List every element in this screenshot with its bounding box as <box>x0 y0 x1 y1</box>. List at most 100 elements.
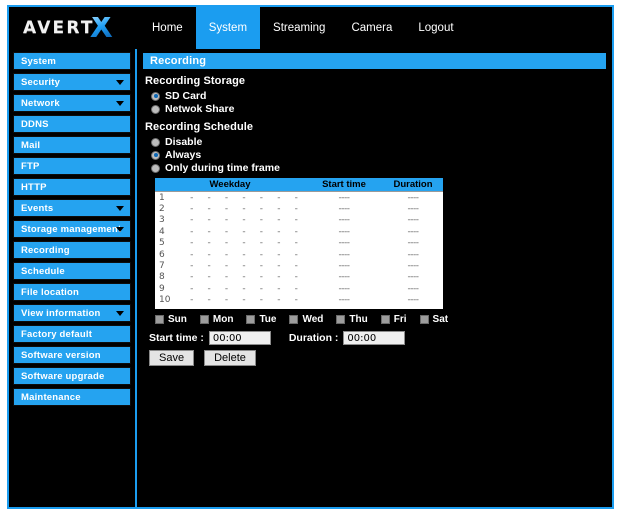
checkbox-icon[interactable] <box>289 315 299 324</box>
start-time-input[interactable] <box>208 331 271 345</box>
checkbox-icon[interactable] <box>246 315 256 324</box>
table-row[interactable]: 10- - - - - - - ---- ---- <box>155 295 443 306</box>
save-button[interactable]: Save <box>149 350 195 366</box>
sidebar-item-label: Recording <box>21 244 70 256</box>
table-row[interactable]: 9- - - - - - - ---- ---- <box>155 283 443 294</box>
sidebar-item-ddns[interactable]: DDNS <box>13 115 131 133</box>
radio-disable-icon[interactable] <box>151 137 160 147</box>
weekday-cell: - <box>259 226 264 237</box>
table-row[interactable]: 4- - - - - - - ---- ---- <box>155 226 443 237</box>
storage-option-network-share[interactable]: Netwok Share <box>151 103 606 115</box>
weekday-checkbox-wed[interactable]: Wed <box>289 314 323 325</box>
checkbox-icon[interactable] <box>380 315 390 324</box>
table-row[interactable]: 3- - - - - - - ---- ---- <box>155 215 443 226</box>
sidebar-item-maintenance[interactable]: Maintenance <box>13 388 131 406</box>
schedule-option-always[interactable]: Always <box>151 149 606 161</box>
weekday-checkbox-fri[interactable]: Fri <box>380 314 407 325</box>
weekday-cell: - <box>242 215 246 226</box>
sidebar-item-label: HTTP <box>21 181 47 193</box>
weekday-cell: - <box>294 238 298 249</box>
sidebar-item-view-information[interactable]: View information <box>13 304 131 322</box>
action-buttons: Save Delete <box>149 350 606 366</box>
table-row[interactable]: 5- - - - - - - ---- ---- <box>155 238 443 249</box>
radio-always-icon[interactable] <box>151 150 160 160</box>
row-duration: ---- <box>407 204 420 215</box>
weekday-cell: - <box>277 283 281 294</box>
row-start-time: ---- <box>338 272 351 283</box>
sidebar-item-label: Factory default <box>21 328 93 340</box>
row-start-time: ---- <box>338 226 351 237</box>
sidebar-item-network[interactable]: Network <box>13 94 131 112</box>
sidebar-item-system[interactable]: System <box>13 52 131 70</box>
radio-network-share-icon[interactable] <box>151 104 160 114</box>
checkbox-icon[interactable] <box>419 315 429 324</box>
sidebar-item-ftp[interactable]: FTP <box>13 157 131 175</box>
row-weekday-cells: ------- <box>183 215 305 225</box>
nav-item-camera[interactable]: Camera <box>338 7 405 49</box>
weekday-cell: - <box>294 249 298 260</box>
table-row[interactable]: 6- - - - - - - ---- ---- <box>155 249 443 260</box>
weekday-cell: - <box>207 238 211 249</box>
schedule-table-body[interactable]: 1- - - - - - - ---- ---- 2- - - - - - - ---- ---- 3- - - - - - -… <box>155 191 443 309</box>
weekday-cell: - <box>207 283 211 294</box>
checkbox-icon[interactable] <box>155 315 164 324</box>
row-weekday-cells: ------- <box>183 284 305 294</box>
sidebar-item-file-location[interactable]: File location <box>13 283 131 301</box>
weekday-cell: - <box>207 215 211 226</box>
nav-item-system[interactable]: System <box>195 7 261 49</box>
weekday-cell: - <box>242 283 246 294</box>
row-index: 8 <box>159 272 165 283</box>
row-index: 4 <box>159 226 165 237</box>
radio-sd-card-icon[interactable] <box>151 91 160 101</box>
weekday-cell: - <box>294 226 298 237</box>
row-index: 1 <box>159 192 165 203</box>
checkbox-icon[interactable] <box>336 315 346 324</box>
weekday-cell: - <box>277 192 281 203</box>
schedule-option-time-frame[interactable]: Only during time frame <box>151 162 606 174</box>
weekday-cell: - <box>277 238 281 249</box>
schedule-option-disable[interactable]: Disable <box>151 136 606 148</box>
sidebar-item-software-version[interactable]: Software version <box>13 346 131 364</box>
logo-wordmark: AVERT <box>23 18 95 38</box>
weekday-checkbox-sun[interactable]: Sun <box>155 314 187 325</box>
row-duration: ---- <box>407 226 420 237</box>
sidebar-item-events[interactable]: Events <box>13 199 131 217</box>
weekday-checkbox-group: Sun Mon Tue Wed Thu Fri Sat <box>155 314 455 325</box>
weekday-checkbox-sat[interactable]: Sat <box>419 314 449 325</box>
weekday-checkbox-mon[interactable]: Mon <box>199 314 233 325</box>
table-row[interactable]: 7- - - - - - - ---- ---- <box>155 260 443 271</box>
sidebar-item-http[interactable]: HTTP <box>13 178 131 196</box>
table-row[interactable]: 2- - - - - - - ---- ---- <box>155 203 443 214</box>
sidebar-item-security[interactable]: Security <box>13 73 131 91</box>
row-index: 3 <box>159 215 165 226</box>
sidebar-item-recording[interactable]: Recording <box>13 241 131 259</box>
row-index: 5 <box>159 238 165 249</box>
weekday-cell: - <box>224 272 229 283</box>
weekday-checkbox-thu[interactable]: Thu <box>336 314 368 325</box>
nav-item-logout[interactable]: Logout <box>405 7 466 49</box>
delete-button[interactable]: Delete <box>204 350 256 366</box>
sidebar-item-mail[interactable]: Mail <box>13 136 131 154</box>
nav-item-streaming[interactable]: Streaming <box>260 7 338 49</box>
schedule-table: Weekday Start time Duration 1- - - - - - - ----… <box>155 178 443 309</box>
weekday-cell: - <box>259 295 264 306</box>
weekday-cell: - <box>242 192 246 203</box>
schedule-table-header: Weekday Start time Duration <box>155 178 443 191</box>
storage-option-sd-card[interactable]: SD Card <box>151 90 606 102</box>
recording-schedule-heading: Recording Schedule <box>145 121 254 133</box>
nav-item-home[interactable]: Home <box>139 7 196 49</box>
weekday-cell: - <box>259 215 264 226</box>
weekday-label: Sat <box>432 314 449 325</box>
row-start-time: ---- <box>338 249 351 260</box>
sidebar-item-schedule[interactable]: Schedule <box>13 262 131 280</box>
radio-time-frame-icon[interactable] <box>151 163 160 173</box>
sidebar-item-factory-default[interactable]: Factory default <box>13 325 131 343</box>
weekday-cell: - <box>224 283 229 294</box>
table-row[interactable]: 8- - - - - - - ---- ---- <box>155 272 443 283</box>
duration-input[interactable] <box>343 331 406 345</box>
checkbox-icon[interactable] <box>199 315 209 324</box>
sidebar-item-storage-management[interactable]: Storage management <box>13 220 131 238</box>
table-row[interactable]: 1- - - - - - - ---- ---- <box>155 192 443 203</box>
sidebar-item-software-upgrade[interactable]: Software upgrade <box>13 367 131 385</box>
weekday-checkbox-tue[interactable]: Tue <box>246 314 276 325</box>
